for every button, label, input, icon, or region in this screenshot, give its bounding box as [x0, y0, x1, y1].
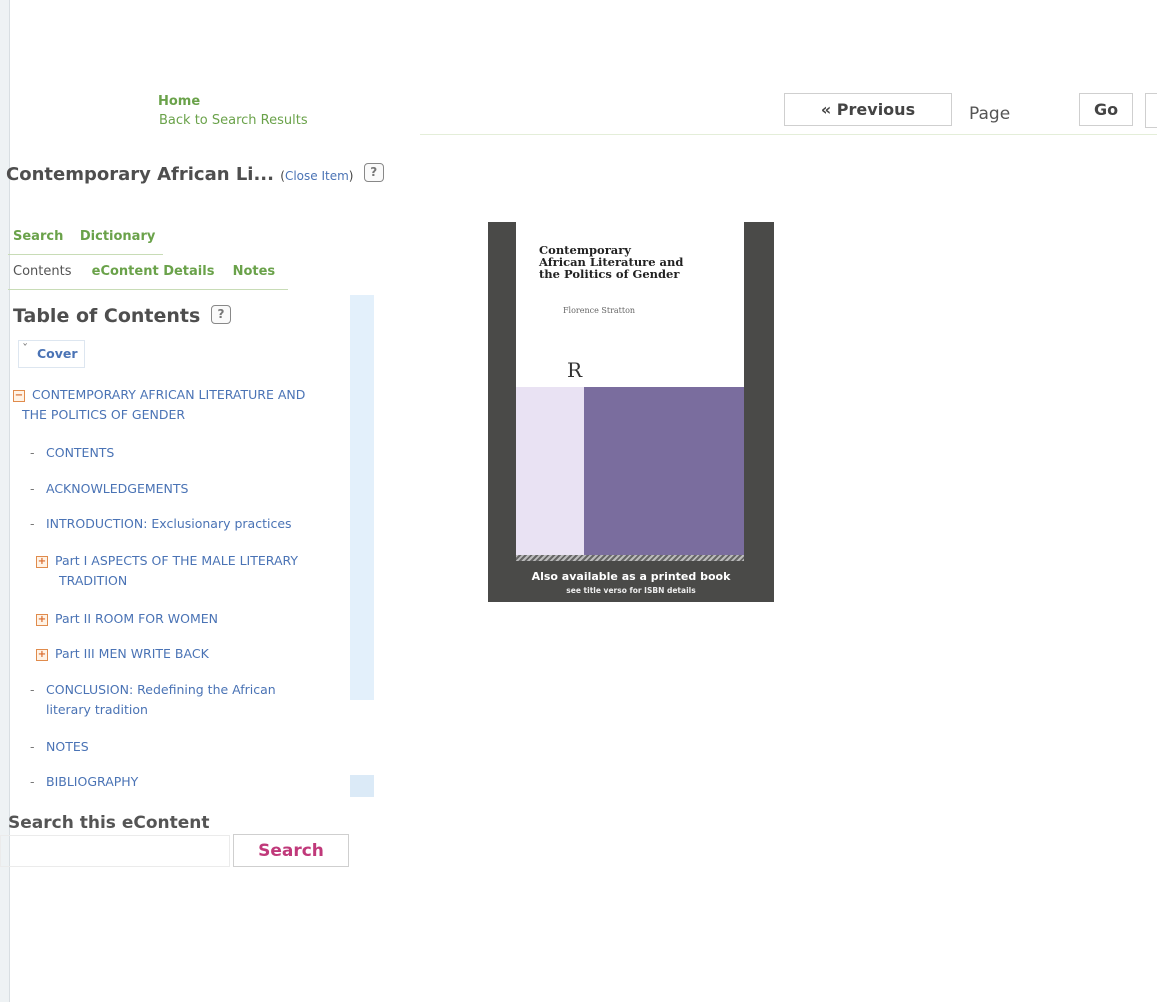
help-icon[interactable]: ?	[210, 305, 231, 324]
book-cover-image: Contemporary African Literature and the …	[488, 222, 774, 602]
publisher-logo: R	[567, 358, 583, 382]
book-cover-subcaption: see title verso for ISBN details	[566, 586, 696, 595]
home-link[interactable]: Home	[158, 93, 200, 111]
go-button[interactable]: Go	[1079, 93, 1133, 126]
dash-icon: -	[30, 774, 35, 789]
tool-tabs-underline	[8, 254, 163, 255]
content-tabs: Contents eContent Details Notes	[13, 264, 289, 279]
toc-item-part-2[interactable]: + Part II ROOM FOR WOMEN	[36, 609, 218, 629]
item-title: Contemporary African Li...	[6, 164, 274, 185]
close-item: (Close Item)	[280, 169, 353, 183]
toc-heading-row: Table of Contents ?	[13, 305, 231, 327]
toc-item-label-2: TRADITION	[59, 573, 128, 588]
dash-icon: -	[30, 516, 35, 531]
toc-item-label: NOTES	[46, 739, 89, 754]
dash-icon: -	[30, 739, 35, 754]
toc-item-label-2: THE POLITICS OF GENDER	[22, 407, 186, 422]
cover-marker-icon: ˇ	[22, 341, 29, 356]
tab-notes[interactable]: Notes	[233, 264, 276, 279]
content-tabs-underline	[8, 289, 288, 290]
tool-tabs: Search Dictionary	[13, 229, 167, 244]
toc-item-main[interactable]: − CONTEMPORARY AFRICAN LITERATURE AND THE…	[13, 385, 305, 425]
toc-item-contents[interactable]: - CONTENTS	[30, 443, 114, 463]
toc-cover-box: ˇ Cover	[18, 340, 85, 368]
toc-item-label: Part II ROOM FOR WOMEN	[55, 611, 219, 626]
search-button[interactable]: Search	[233, 834, 349, 867]
toc-item-notes[interactable]: - NOTES	[30, 737, 89, 757]
toc-item-label: ACKNOWLEDGEMENTS	[46, 481, 189, 496]
toc-item-part-3[interactable]: + Part III MEN WRITE BACK	[36, 644, 209, 664]
search-econtent-label: Search this eContent	[8, 813, 210, 833]
book-title-line: the Politics of Gender	[539, 267, 680, 281]
page-label: Page	[969, 104, 1011, 124]
tab-search[interactable]: Search	[13, 229, 63, 244]
toc-item-label: BIBLIOGRAPHY	[46, 774, 139, 789]
search-econtent-input[interactable]	[0, 835, 230, 867]
dash-icon: -	[30, 445, 35, 460]
collapse-icon[interactable]: −	[13, 390, 25, 402]
toc-heading: Table of Contents	[13, 305, 201, 327]
book-cover-title: Contemporary African Literature and the …	[539, 244, 739, 280]
toc-item-label: Part I ASPECTS OF THE MALE LITERARY	[55, 553, 299, 568]
close-paren-close: )	[348, 169, 354, 183]
toc-item-label: CONTENTS	[46, 445, 115, 460]
book-cover-author: Florence Stratton	[563, 306, 636, 315]
expand-icon[interactable]: +	[36, 649, 48, 661]
toc-item-conclusion[interactable]: - CONCLUSION: Redefining the African lite…	[30, 680, 276, 720]
toc-item-acknowledgements[interactable]: - ACKNOWLEDGEMENTS	[30, 479, 188, 499]
close-item-link[interactable]: Close Item	[285, 169, 349, 183]
tab-dictionary[interactable]: Dictionary	[80, 229, 155, 244]
expand-icon[interactable]: +	[36, 556, 48, 568]
book-cover-lavender-panel	[516, 387, 584, 560]
book-cover-purple-panel	[584, 387, 744, 560]
toc-item-label: INTRODUCTION: Exclusionary practices	[46, 516, 292, 531]
toolbar-divider	[420, 134, 1157, 135]
help-icon[interactable]: ?	[363, 163, 384, 182]
back-to-results-link[interactable]: Back to Search Results	[159, 112, 308, 130]
toc-item-label-2: literary tradition	[46, 702, 148, 717]
toc-item-introduction[interactable]: - INTRODUCTION: Exclusionary practices	[30, 514, 292, 534]
tab-econtent-details[interactable]: eContent Details	[92, 264, 215, 279]
next-page-button-edge[interactable]	[1145, 93, 1157, 128]
toc-scrollbar[interactable]	[350, 295, 374, 700]
dash-icon: -	[30, 481, 35, 496]
expand-icon[interactable]: +	[36, 614, 48, 626]
tab-contents[interactable]: Contents	[13, 264, 71, 279]
toc-item-part-1[interactable]: + Part I ASPECTS OF THE MALE LITERARY TRA…	[36, 551, 298, 591]
toc-item-label: Part III MEN WRITE BACK	[55, 646, 209, 661]
book-cover-strip	[516, 555, 744, 561]
toc-item-label: CONCLUSION: Redefining the African	[46, 682, 276, 697]
toc-scrollbar-thumb[interactable]	[350, 775, 374, 797]
toc-item-bibliography[interactable]: - BIBLIOGRAPHY	[30, 772, 138, 792]
book-cover-caption: Also available as a printed book	[531, 570, 731, 583]
item-title-row: Contemporary African Li... (Close Item) …	[6, 163, 384, 185]
toc-item-label: CONTEMPORARY AFRICAN LITERATURE AND	[32, 387, 306, 402]
dash-icon: -	[30, 682, 35, 697]
toc-item-cover[interactable]: ˇ Cover	[18, 340, 85, 368]
previous-page-button[interactable]: « Previous	[784, 93, 952, 126]
toc-item-label: Cover	[37, 346, 78, 361]
